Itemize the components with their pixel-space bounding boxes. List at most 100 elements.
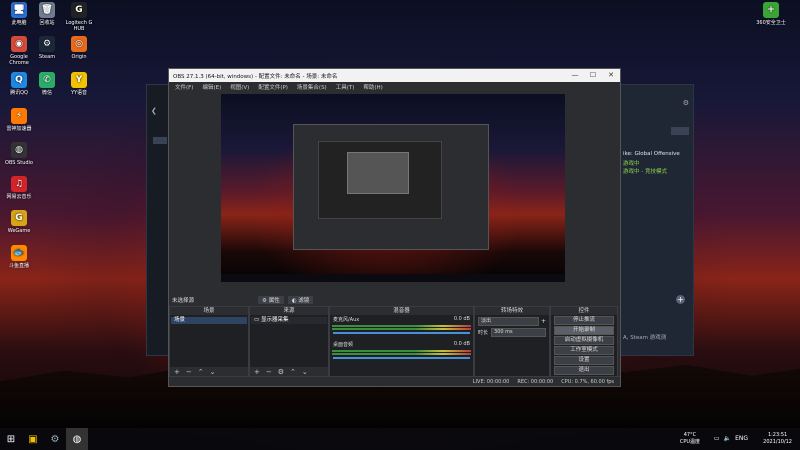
source-item[interactable]: ▭ 显示器采集 <box>251 317 327 324</box>
menu-file[interactable]: 文件(F) <box>175 83 193 91</box>
desktop-icon[interactable]: Y YY语音 <box>60 72 98 96</box>
friends-toggle[interactable] <box>671 127 689 135</box>
desktop-icon[interactable]: G WeGame <box>0 210 38 234</box>
clock-time: 1:23:51 <box>767 432 788 438</box>
virtual-camera-button[interactable]: 启动虚拟摄像机 <box>554 336 614 345</box>
volume-slider[interactable] <box>333 357 470 359</box>
obs-window[interactable]: OBS 27.1.3 (64-bit, windows) - 配置文件: 未命名… <box>168 68 621 387</box>
scenes-header: 场景 <box>170 307 248 315</box>
filters-button[interactable]: ◐ 滤镜 <box>287 295 314 304</box>
scene-item[interactable]: 场景 <box>171 317 247 324</box>
stop-streaming-button[interactable]: 停止推流 <box>554 316 614 325</box>
desktop-icon[interactable]: G Logitech G HUB <box>60 2 98 32</box>
start-recording-button[interactable]: 开始录制 <box>554 326 614 335</box>
add-source-icon[interactable]: + <box>254 368 260 376</box>
menu-help[interactable]: 帮助(H) <box>363 83 382 91</box>
menu-profile[interactable]: 配置文件(P) <box>258 83 288 91</box>
desktop-icon-label: Origin <box>71 54 87 60</box>
add-scene-icon[interactable]: + <box>174 368 180 376</box>
taskbar-app-icon[interactable]: ▣ <box>22 428 44 450</box>
add-transition-icon[interactable]: + <box>541 318 546 325</box>
desktop-icon-label: 斗鱼直播 <box>8 263 29 269</box>
app-icon: G <box>71 2 87 18</box>
app-icon: 🖥 <box>11 2 27 18</box>
app-icon: G <box>11 210 27 226</box>
app-icon: ⚡ <box>11 108 27 124</box>
obs-titlebar[interactable]: OBS 27.1.3 (64-bit, windows) - 配置文件: 未命名… <box>169 69 620 82</box>
live-status: LIVE: 00:00:00 <box>472 378 510 385</box>
settings-button[interactable]: 设置 <box>554 356 614 365</box>
desktop-icon[interactable]: ◎ Origin <box>60 36 98 60</box>
remove-scene-icon[interactable]: − <box>186 368 192 376</box>
properties-label: 属性 <box>268 297 280 304</box>
scenes-footer: + − ⌃ ⌄ <box>170 367 248 376</box>
source-settings-icon[interactable]: ⚙ <box>278 368 284 376</box>
cpu-status: CPU: 0.7%, 60.00 fps <box>561 378 614 385</box>
clock[interactable]: 1:23:51 2021/10/12 <box>763 432 792 446</box>
desktop-icon[interactable]: ♫ 网易云音乐 <box>0 176 38 200</box>
friend-status-sub: 游戏中 - 竞技模式 <box>623 169 667 175</box>
scenes-panel: 场景 场景 + − ⌃ ⌄ <box>169 306 249 377</box>
studio-mode-button[interactable]: 工作室模式 <box>554 346 614 355</box>
volume-slider[interactable] <box>333 332 470 334</box>
source-down-icon[interactable]: ⌄ <box>302 368 308 376</box>
move-down-icon[interactable]: ⌄ <box>210 368 216 376</box>
desktop-icon[interactable]: +360安全卫士 <box>752 2 790 26</box>
audio-meter <box>332 353 471 355</box>
obs-taskbar-icon[interactable]: ◍ <box>66 428 88 450</box>
language-indicator[interactable]: ENG <box>735 435 748 442</box>
app-icon: ♫ <box>11 176 27 192</box>
move-up-icon[interactable]: ⌃ <box>198 368 204 376</box>
app-icon: 🐟 <box>11 245 27 261</box>
mixer-panel: 混音器 麦克风/Aux 0.0 dB 桌面音频 0.0 dB <box>329 306 474 377</box>
source-item-label: 显示器采集 <box>260 317 289 323</box>
steam-friends-panel: ⚙ ike: Global Offensive 游戏中 游戏中 - 竞技模式 +… <box>619 85 693 355</box>
duration-label: 时长 <box>478 330 489 336</box>
clock-date: 2021/10/12 <box>763 439 792 445</box>
cpu-temp-label: CPU温度 <box>679 439 700 445</box>
audio-meter <box>332 325 471 327</box>
close-icon[interactable]: ✕ <box>602 69 620 82</box>
menu-edit[interactable]: 编辑(E) <box>202 83 221 91</box>
home-button[interactable] <box>153 137 167 144</box>
steam-taskbar-icon[interactable]: ⚙ <box>44 428 66 450</box>
transition-select[interactable]: 淡出 <box>478 317 539 326</box>
monitor-icon: ▭ <box>254 317 260 323</box>
menu-scene-collection[interactable]: 场景集合(S) <box>297 83 327 91</box>
preview-canvas[interactable] <box>221 94 565 282</box>
rec-status: REC: 00:00:00 <box>517 378 554 385</box>
cpu-temp-value: 47°C <box>683 432 697 438</box>
desktop-icon[interactable]: 🐟 斗鱼直播 <box>0 245 38 269</box>
transitions-header: 转场特效 <box>475 307 549 315</box>
duration-input[interactable]: 300 ms <box>491 328 546 337</box>
app-icon: ◍ <box>11 142 27 158</box>
network-icon[interactable]: ▭ <box>714 435 720 442</box>
menu-tools[interactable]: 工具(T) <box>336 83 355 91</box>
gear-icon[interactable]: ⚙ <box>683 99 689 107</box>
preview-taskbar <box>221 274 565 282</box>
remove-source-icon[interactable]: − <box>266 368 272 376</box>
app-icon: Y <box>71 72 87 88</box>
app-icon: 🗑 <box>39 2 55 18</box>
mixer-track-db: 0.0 dB <box>453 341 470 347</box>
mixer-header: 混音器 <box>330 307 473 315</box>
minimize-icon[interactable]: — <box>566 69 584 82</box>
app-icon: Q <box>11 72 27 88</box>
tray: ▭ 🔈 ENG <box>714 435 748 442</box>
desktop-icon[interactable]: ⚡ 雷神加速器 <box>0 108 38 132</box>
back-arrow-icon[interactable]: ❮ <box>151 107 157 115</box>
menu-view[interactable]: 视图(V) <box>230 83 249 91</box>
exit-button[interactable]: 退出 <box>554 366 614 375</box>
volume-icon[interactable]: 🔈 <box>724 435 731 442</box>
window-title: OBS 27.1.3 (64-bit, windows) - 配置文件: 未命名… <box>173 73 338 80</box>
maximize-icon[interactable]: ☐ <box>584 69 602 82</box>
mixer-track-name: 桌面音频 <box>333 342 354 348</box>
preview-nested-obs-2 <box>318 141 442 219</box>
sources-panel: 来源 ▭ 显示器采集 + − ⚙ ⌃ ⌄ <box>249 306 329 377</box>
properties-button[interactable]: ⚙ 属性 <box>258 295 284 304</box>
source-up-icon[interactable]: ⌃ <box>290 368 296 376</box>
friend-status: 游戏中 <box>623 161 640 167</box>
windows-start-icon[interactable]: ⊞ <box>0 428 22 450</box>
add-icon[interactable]: + <box>676 295 685 304</box>
desktop-icon[interactable]: ◍ OBS Studio <box>0 142 38 166</box>
